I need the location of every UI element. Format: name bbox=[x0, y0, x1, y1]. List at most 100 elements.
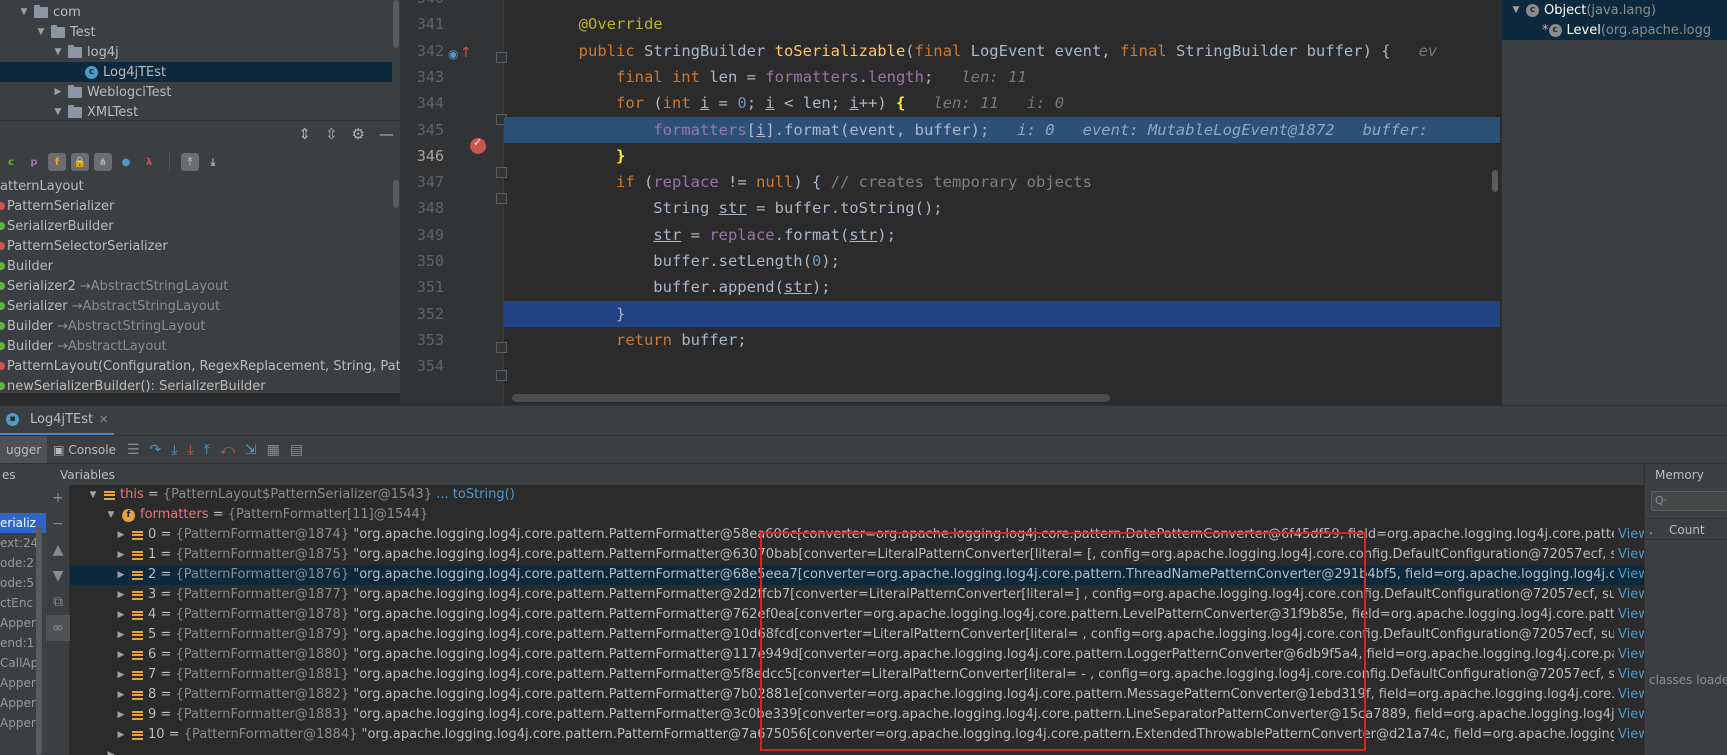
structure-item[interactable]: Serializer2 →AbstractStringLayout bbox=[0, 276, 228, 296]
structure-item[interactable]: Builder →AbstractStringLayout bbox=[0, 316, 205, 336]
chevron-down-icon[interactable]: ▼ bbox=[52, 107, 64, 117]
chevron-down-icon[interactable]: ▼ bbox=[86, 485, 100, 505]
view-link[interactable]: View bbox=[1614, 625, 1644, 645]
chevron-right-icon[interactable]: ▶ bbox=[114, 665, 128, 685]
move-down-icon[interactable]: ▼ bbox=[46, 563, 70, 589]
variable-row[interactable]: ▶ 9 = {PatternFormatter@1883} "org.apache… bbox=[70, 705, 1644, 725]
chevron-right-icon[interactable]: ▶ bbox=[114, 705, 128, 725]
chevron-right-icon[interactable]: ▶ bbox=[114, 685, 128, 705]
structure-scrollbar[interactable] bbox=[393, 180, 399, 208]
chevron-right-icon[interactable]: ▶ bbox=[114, 565, 128, 585]
breakpoint-icon[interactable] bbox=[470, 136, 486, 154]
code-line[interactable]: } bbox=[504, 300, 1500, 327]
code-line[interactable]: } bbox=[504, 143, 1500, 169]
close-icon[interactable]: ✕ bbox=[99, 413, 108, 426]
code-line[interactable] bbox=[504, 353, 1500, 379]
tree-item[interactable]: ▼ XMLTest bbox=[0, 102, 392, 120]
chevron-right-icon[interactable]: ▶ bbox=[114, 605, 128, 625]
structure-item[interactable]: Serializer →AbstractStringLayout bbox=[0, 296, 220, 316]
chevron-right-icon[interactable]: ▶ bbox=[114, 585, 128, 605]
chevron-right-icon[interactable]: ▶ bbox=[104, 745, 118, 755]
view-link[interactable]: View bbox=[1614, 665, 1644, 685]
chevron-right-icon[interactable]: ▶ bbox=[114, 645, 128, 665]
structure-item[interactable]: newSerializerBuilder(): SerializerBuilde… bbox=[0, 376, 266, 393]
autoscroll-from-source-icon[interactable]: ⤓ bbox=[204, 153, 222, 171]
chevron-right-icon[interactable]: ▶ bbox=[114, 725, 128, 745]
add-watch-icon[interactable]: + bbox=[46, 485, 70, 511]
structure-item[interactable]: atternLayout bbox=[0, 176, 84, 196]
step-out-icon[interactable]: ⤒ bbox=[204, 442, 210, 458]
structure-item[interactable]: PatternSelectorSerializer bbox=[0, 236, 168, 256]
run-to-cursor-icon[interactable]: ⇲ bbox=[245, 442, 257, 458]
code-line[interactable]: if (replace != null) { // creates tempor… bbox=[504, 169, 1500, 195]
tab-console[interactable]: ▣ Console bbox=[47, 436, 122, 464]
filter-toggle-icon[interactable]: ⋔ bbox=[94, 153, 112, 171]
variable-row[interactable]: ▶ 3 = {PatternFormatter@1877} "org.apache… bbox=[70, 585, 1644, 605]
tree-item[interactable]: ▼ com bbox=[0, 2, 392, 22]
chevron-right-icon[interactable]: ▶ bbox=[114, 545, 128, 565]
code-line[interactable] bbox=[504, 0, 1500, 11]
filter-toggle-icon[interactable]: f bbox=[48, 153, 66, 171]
code-line[interactable]: buffer.append(str); bbox=[504, 274, 1500, 300]
view-link[interactable]: View bbox=[1614, 605, 1644, 625]
chevron-down-icon[interactable]: ▼ bbox=[104, 505, 118, 525]
tree-item[interactable]: c Log4jTEst bbox=[0, 62, 392, 82]
drop-frame-icon[interactable]: ⤺ bbox=[220, 442, 235, 458]
force-step-into-icon[interactable]: ⤓ bbox=[187, 442, 193, 458]
move-up-icon[interactable]: ▲ bbox=[46, 537, 70, 563]
view-link[interactable]: View bbox=[1614, 585, 1644, 605]
variable-row[interactable]: ▶ 6 = {PatternFormatter@1880} "org.apache… bbox=[70, 645, 1644, 665]
editor-horizontal-scrollbar[interactable] bbox=[512, 394, 1110, 402]
memory-col-class[interactable]: . bbox=[1649, 519, 1653, 541]
gear-icon[interactable]: ⚙ bbox=[352, 127, 365, 142]
chevron-down-icon[interactable]: ▼ bbox=[52, 47, 64, 57]
structure-item[interactable]: Builder bbox=[0, 256, 53, 276]
code-line[interactable]: str = replace.format(str); bbox=[504, 222, 1500, 248]
code-line[interactable]: final int len = formatters.length; len: … bbox=[504, 64, 1500, 90]
view-link[interactable]: View bbox=[1614, 525, 1644, 545]
chevron-down-icon[interactable]: ▼ bbox=[35, 27, 47, 37]
variable-row[interactable]: ▶ 5 = {PatternFormatter@1879} "org.apache… bbox=[70, 625, 1644, 645]
view-link[interactable]: View bbox=[1614, 685, 1644, 705]
structure-item[interactable]: Builder →AbstractLayout bbox=[0, 336, 167, 356]
view-link[interactable]: View bbox=[1614, 565, 1644, 585]
view-link[interactable]: View bbox=[1614, 645, 1644, 665]
tree-item[interactable]: ▼ log4j bbox=[0, 42, 392, 62]
variable-row[interactable]: ▶ 2 = {PatternFormatter@1876} "org.apache… bbox=[70, 565, 1644, 585]
project-scrollbar[interactable] bbox=[393, 0, 399, 48]
memory-search-input[interactable]: Q· bbox=[1651, 491, 1727, 511]
variable-row[interactable]: ▼ this = {PatternLayout$PatternSerializer… bbox=[70, 485, 1644, 505]
editor-gutter[interactable]: ◉ ↑ 340 341 342 343 344 345 346 347 348 349 350 351… bbox=[400, 0, 507, 405]
implements-icon[interactable]: ◉ bbox=[448, 47, 458, 61]
chevron-down-icon[interactable]: ▼ bbox=[1510, 5, 1522, 15]
chevron-right-icon[interactable]: ▶ bbox=[114, 625, 128, 645]
code-line[interactable]: formatters[i].format(event, buffer); i: … bbox=[504, 116, 1500, 143]
filter-toggle-icon[interactable]: c bbox=[2, 153, 20, 171]
filter-toggle-icon[interactable]: 🔒 bbox=[71, 153, 89, 171]
hierarchy-item[interactable]: * c Level (org.apache.logg bbox=[1502, 20, 1727, 40]
variable-row[interactable]: ▼ f formatters = {PatternFormatter[11]@154… bbox=[70, 505, 1644, 525]
minimize-icon[interactable]: — bbox=[379, 127, 394, 142]
evaluate-expression-icon[interactable]: ▦ bbox=[267, 442, 280, 458]
run-config-tab[interactable]: ▪ Log4jTEst ✕ bbox=[0, 406, 115, 436]
view-link[interactable]: View bbox=[1614, 725, 1644, 745]
code-line[interactable]: String str = buffer.toString(); bbox=[504, 195, 1500, 221]
chevron-down-icon[interactable]: ▼ bbox=[18, 7, 30, 17]
variable-row[interactable]: ▶ bbox=[70, 745, 1644, 755]
autoscroll-to-source-icon[interactable]: ⤒ bbox=[181, 153, 199, 171]
variable-row[interactable]: ▶ 7 = {PatternFormatter@1881} "org.apache… bbox=[70, 665, 1644, 685]
code-line[interactable]: @Override bbox=[504, 11, 1500, 37]
view-link[interactable]: View bbox=[1614, 545, 1644, 565]
code-line[interactable]: public StringBuilder toSerializable(fina… bbox=[504, 38, 1500, 64]
chevron-right-icon[interactable]: ▶ bbox=[52, 87, 64, 97]
view-link[interactable]: View bbox=[1614, 705, 1644, 725]
variable-row[interactable]: ▶ 1 = {PatternFormatter@1875} "org.apache… bbox=[70, 545, 1644, 565]
step-into-icon[interactable]: ⤓ bbox=[171, 442, 177, 458]
code-editor[interactable]: ◉ ↑ 340 341 342 343 344 345 346 347 348 349 350 351… bbox=[400, 0, 1500, 405]
variable-row[interactable]: ▶ 8 = {PatternFormatter@1882} "org.apache… bbox=[70, 685, 1644, 705]
filter-toggle-icon[interactable]: ● bbox=[117, 153, 135, 171]
structure-item[interactable]: SerializerBuilder bbox=[0, 216, 114, 236]
code-line[interactable]: for (int i = 0; i < len; i++) { len: 11 … bbox=[504, 90, 1500, 116]
remove-icon[interactable]: − bbox=[46, 511, 70, 537]
trace-icon[interactable]: ▤ bbox=[290, 442, 303, 458]
